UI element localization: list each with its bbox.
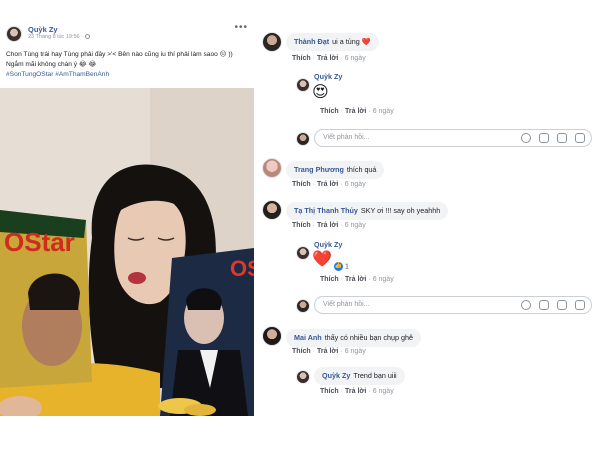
avatar[interactable] xyxy=(296,246,310,260)
avatar[interactable] xyxy=(296,78,310,92)
like-icon: 👍 xyxy=(334,262,343,271)
like-button[interactable]: Thích xyxy=(320,276,339,283)
composer-tools xyxy=(521,300,585,310)
comment-bubble: Quỳk Zy Trend bạn uiii xyxy=(314,367,405,385)
post-photo[interactable]: OStar OS xyxy=(0,88,254,416)
post-line-2: Ngắm mãi không chán ý 😂 😂 xyxy=(6,61,97,68)
reply-input[interactable]: Viết phản hồi... xyxy=(314,296,592,314)
commenter-name[interactable]: Quỳk Zy xyxy=(314,240,342,249)
comment-actions: Thích · Trả lời · 6 ngày xyxy=(292,348,366,355)
comment-text: thấy có nhiều bạn chụp ghê xyxy=(324,333,414,342)
commenter-name[interactable]: Quỳk Zy xyxy=(322,371,350,380)
camera-icon[interactable] xyxy=(539,133,549,143)
comment-actions: Thích · Trả lời · 6 ngày xyxy=(292,181,366,188)
reply-input[interactable]: Viết phản hồi... xyxy=(314,129,592,147)
avatar[interactable] xyxy=(262,200,282,220)
gif-icon[interactable] xyxy=(557,300,567,310)
comment-text: SKY ơi !!! say oh yeahhh xyxy=(360,206,441,215)
sticker-icon[interactable] xyxy=(575,300,585,310)
comment-bubble: Thành Đạt ui a tủng ❤️ xyxy=(286,33,379,51)
post-line-1: Chon Tùng trái hay Tùng phải đây >'< Bên… xyxy=(6,51,233,58)
comment-actions: Thích · Trả lời · 6 ngày xyxy=(320,388,394,395)
commenter-name[interactable]: Tạ Thị Thanh Thủy xyxy=(294,206,358,215)
avatar[interactable] xyxy=(262,32,282,52)
comment-text: ui a tủng ❤️ xyxy=(332,37,371,46)
emoji-icon[interactable] xyxy=(521,133,531,143)
comment-time[interactable]: 6 ngày xyxy=(345,181,366,188)
commenter-name[interactable]: Quỳk Zy xyxy=(314,72,342,81)
avatar xyxy=(296,132,310,146)
comments-section: Thành Đạt ui a tủng ❤️ Thích · Trả lời · 6 ng… xyxy=(256,24,600,416)
camera-icon[interactable] xyxy=(539,300,549,310)
reply-button[interactable]: Trả lời xyxy=(317,55,338,62)
post-header: Quỳk Zy 23 Tháng 8 lúc 19:56 · ••• xyxy=(0,22,254,42)
avatar[interactable] xyxy=(262,326,282,346)
avatar[interactable] xyxy=(262,158,282,178)
commenter-name[interactable]: Mai Anh xyxy=(294,333,322,342)
reply-button[interactable]: Trả lời xyxy=(317,222,338,229)
comment-time[interactable]: 6 ngày xyxy=(345,222,366,229)
comment-time[interactable]: 6 ngày xyxy=(373,276,394,283)
gif-icon[interactable] xyxy=(557,133,567,143)
chip-bag-right-label: OS xyxy=(230,256,254,281)
comment-actions: Thích · Trả lời · 6 ngày xyxy=(292,55,366,62)
comment-actions: Thích · Trả lời · 6 ngày xyxy=(320,108,394,115)
post-author[interactable]: Quỳk Zy xyxy=(28,25,58,34)
like-button[interactable]: Thích xyxy=(320,388,339,395)
comment-time[interactable]: 6 ngày xyxy=(345,348,366,355)
like-button[interactable]: Thích xyxy=(292,348,311,355)
comment-actions: Thích · Trả lời · 6 ngày xyxy=(320,276,394,283)
heart-eyes-emoji: 😍 xyxy=(312,84,329,101)
post-timestamp[interactable]: 23 Tháng 8 lúc 19:56 · xyxy=(28,34,90,40)
post-hashtags[interactable]: #SonTungOStar #AmThamBenAnh xyxy=(6,70,250,80)
comment-time[interactable]: 6 ngày xyxy=(373,388,394,395)
chip-bag-left-label: OStar xyxy=(4,227,75,257)
reply-button[interactable]: Trả lời xyxy=(345,276,366,283)
composer-tools xyxy=(521,133,585,143)
reply-button[interactable]: Trả lời xyxy=(317,181,338,188)
avatar xyxy=(296,299,310,313)
more-options-button[interactable]: ••• xyxy=(234,22,248,33)
reply-button[interactable]: Trả lời xyxy=(345,108,366,115)
avatar[interactable] xyxy=(6,26,22,42)
like-button[interactable]: Thích xyxy=(320,108,339,115)
heart-emoji: ❤️ xyxy=(312,251,332,268)
commenter-name[interactable]: Thành Đạt xyxy=(294,37,329,46)
comment-bubble: Tạ Thị Thanh Thủy SKY ơi !!! say oh yeahh… xyxy=(286,202,449,220)
like-button[interactable]: Thích xyxy=(292,55,311,62)
commenter-name[interactable]: Trang Phương xyxy=(294,165,344,174)
photo-illustration: OStar OS xyxy=(0,88,254,416)
like-button[interactable]: Thích xyxy=(292,222,311,229)
comment-bubble: Trang Phương thích quá xyxy=(286,161,385,179)
globe-icon xyxy=(84,34,90,40)
comment-actions: Thích · Trả lời · 6 ngày xyxy=(292,222,366,229)
reply-placeholder: Viết phản hồi... xyxy=(323,134,370,141)
sticker-icon[interactable] xyxy=(575,133,585,143)
comment-text: thích quá xyxy=(346,165,377,174)
reply-button[interactable]: Trả lời xyxy=(317,348,338,355)
comment-time[interactable]: 6 ngày xyxy=(373,108,394,115)
reply-placeholder: Viết phản hồi... xyxy=(323,301,370,308)
post-card: Quỳk Zy 23 Tháng 8 lúc 19:56 · ••• Chon … xyxy=(0,22,254,416)
post-text: Chon Tùng trái hay Tùng phải đây >'< Bên… xyxy=(6,50,250,80)
like-count[interactable]: 👍 1 xyxy=(334,262,349,271)
comment-text: Trend bạn uiii xyxy=(353,371,397,380)
reply-button[interactable]: Trả lời xyxy=(345,388,366,395)
avatar[interactable] xyxy=(296,370,310,384)
emoji-icon[interactable] xyxy=(521,300,531,310)
comment-time[interactable]: 6 ngày xyxy=(345,55,366,62)
like-button[interactable]: Thích xyxy=(292,181,311,188)
comment-bubble: Mai Anh thấy có nhiều bạn chụp ghê xyxy=(286,329,422,347)
